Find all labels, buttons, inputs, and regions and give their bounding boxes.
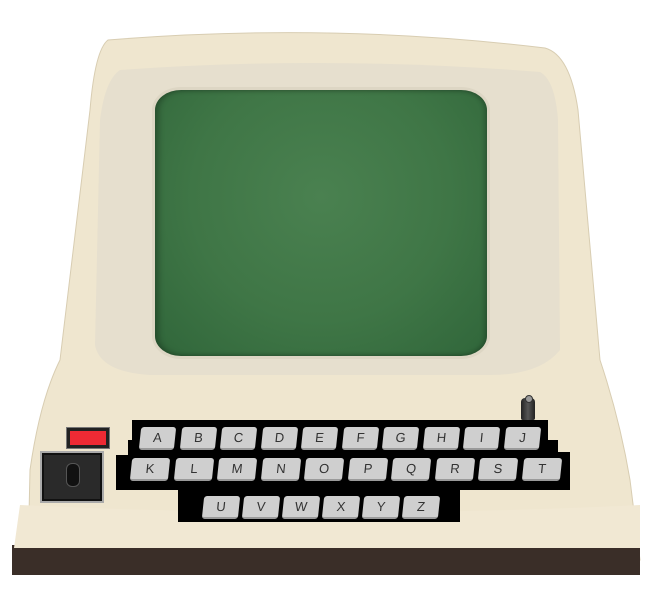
key-label: S (492, 461, 504, 476)
key-label: T (536, 461, 547, 476)
key-label: U (215, 499, 227, 514)
key-o[interactable]: O (303, 458, 345, 481)
key-label: I (479, 430, 485, 445)
crt-screen (155, 90, 487, 356)
base-shadow (12, 545, 640, 575)
key-label: Z (416, 499, 426, 514)
key-label: N (275, 461, 287, 476)
key-label: A (152, 430, 163, 445)
key-c[interactable]: C (219, 427, 258, 450)
power-button[interactable] (66, 427, 110, 449)
key-t[interactable]: T (521, 458, 562, 481)
key-r[interactable]: R (434, 458, 475, 481)
key-label: C (233, 430, 245, 445)
key-p[interactable]: P (347, 458, 388, 481)
key-z[interactable]: Z (401, 496, 441, 519)
key-b[interactable]: B (179, 427, 217, 450)
key-m[interactable]: M (216, 458, 258, 481)
key-w[interactable]: W (281, 496, 321, 519)
key-i[interactable]: I (462, 427, 501, 450)
key-label: V (255, 499, 267, 514)
key-u[interactable]: U (201, 496, 241, 519)
key-f[interactable]: F (341, 427, 379, 450)
key-label: D (273, 430, 285, 445)
key-s[interactable]: S (477, 458, 519, 481)
key-label: Y (375, 499, 387, 514)
key-n[interactable]: N (260, 458, 301, 481)
key-y[interactable]: Y (361, 496, 401, 519)
key-l[interactable]: L (173, 458, 214, 481)
key-label: W (294, 499, 309, 514)
key-label: J (518, 430, 527, 445)
key-label: Q (405, 461, 417, 476)
key-d[interactable]: D (260, 427, 298, 450)
key-e[interactable]: E (300, 427, 339, 450)
key-label: P (362, 461, 373, 476)
key-h[interactable]: H (422, 427, 460, 450)
key-j[interactable]: J (503, 427, 541, 450)
key-g[interactable]: G (381, 427, 420, 450)
volume-knob[interactable] (521, 395, 535, 420)
key-x[interactable]: X (321, 496, 361, 519)
key-label: H (435, 430, 447, 445)
key-label: E (314, 430, 325, 445)
key-v[interactable]: V (241, 496, 281, 519)
joystick-stick[interactable] (66, 463, 80, 487)
key-label: B (192, 430, 204, 445)
power-led (70, 431, 106, 445)
key-q[interactable]: Q (390, 458, 432, 481)
key-label: K (144, 461, 156, 476)
key-label: L (189, 461, 199, 476)
key-label: X (335, 499, 347, 514)
key-label: F (355, 430, 365, 445)
key-label: M (230, 461, 244, 476)
key-a[interactable]: A (138, 427, 177, 450)
key-label: G (394, 430, 407, 445)
joystick[interactable] (40, 451, 104, 503)
key-k[interactable]: K (129, 458, 171, 481)
key-label: O (318, 461, 330, 476)
key-label: R (449, 461, 461, 476)
